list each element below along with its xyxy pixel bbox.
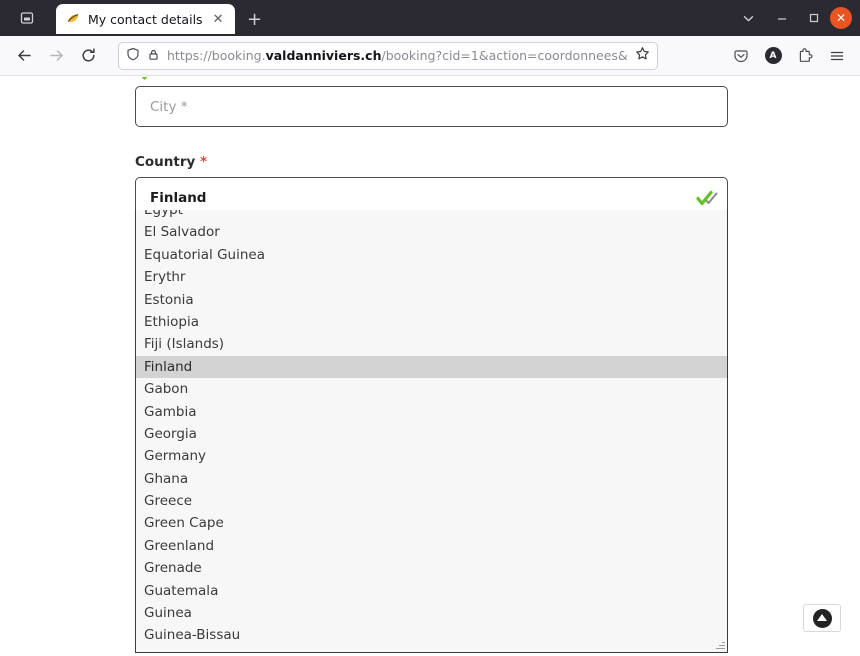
page-viewport: * City * Country * Finland	[0, 77, 860, 656]
reload-button[interactable]	[72, 41, 104, 71]
navigation-toolbar: https://booking.valdanniviers.ch/booking…	[0, 36, 860, 76]
tab-favicon-icon	[66, 12, 81, 27]
firefox-view-icon[interactable]	[12, 3, 42, 33]
dropdown-option[interactable]: Guinea	[136, 602, 727, 624]
dropdown-option[interactable]: Egypt	[136, 210, 727, 221]
window-controls: ✕	[730, 0, 860, 36]
dropdown-option[interactable]: Gambia	[136, 401, 727, 423]
dropdown-option[interactable]: Green Cape	[136, 512, 727, 534]
dropdown-option[interactable]: Germany	[136, 445, 727, 467]
dropdown-option[interactable]: Erythr	[136, 266, 727, 288]
back-button[interactable]	[8, 41, 40, 71]
new-tab-button[interactable]: +	[241, 5, 269, 33]
url-bar[interactable]: https://booking.valdanniviers.ch/booking…	[118, 42, 658, 70]
country-dropdown-list[interactable]: EgyptEl SalvadorEquatorial GuineaErythrE…	[135, 210, 728, 653]
dropdown-resize-handle[interactable]	[714, 639, 726, 651]
shield-icon[interactable]	[126, 46, 140, 65]
dropdown-option[interactable]: Finland	[136, 356, 727, 378]
bookmark-star-icon[interactable]	[635, 46, 650, 65]
pocket-icon[interactable]	[726, 42, 756, 70]
dropdown-option[interactable]: Georgia	[136, 423, 727, 445]
dropdown-option[interactable]: Guinea-Bissau	[136, 624, 727, 646]
dropdown-option[interactable]: Equatorial Guinea	[136, 244, 727, 266]
dropdown-option[interactable]: Ethiopia	[136, 311, 727, 333]
scroll-to-top-button[interactable]	[803, 604, 841, 632]
country-select-value: Finland	[150, 190, 206, 206]
app-menu-icon[interactable]	[822, 42, 852, 70]
toolbar-right-icons: A	[726, 42, 852, 70]
dropdown-option[interactable]: El Salvador	[136, 221, 727, 243]
dropdown-option[interactable]: Gabon	[136, 378, 727, 400]
extensions-icon[interactable]	[790, 42, 820, 70]
tab-strip: My contact details ✕ + ✕	[0, 0, 860, 36]
scroll-to-top-icon	[813, 609, 832, 628]
dropdown-option[interactable]: Grenade	[136, 557, 727, 579]
green-check-icon	[696, 190, 718, 206]
country-label: Country *	[135, 154, 728, 170]
country-required-marker: *	[200, 154, 207, 170]
country-dropdown-scroll[interactable]: EgyptEl SalvadorEquatorial GuineaErythrE…	[136, 210, 727, 652]
close-window-button[interactable]: ✕	[830, 7, 852, 29]
account-icon[interactable]: A	[758, 42, 788, 70]
account-avatar: A	[765, 47, 782, 64]
maximize-button[interactable]	[798, 3, 830, 33]
dropdown-option[interactable]: Estonia	[136, 289, 727, 311]
city-input[interactable]: City *	[135, 86, 728, 127]
contact-form: City * Country * Finland	[135, 77, 728, 218]
dropdown-option[interactable]: Ghana	[136, 468, 727, 490]
dropdown-option[interactable]: Greenland	[136, 535, 727, 557]
dropdown-option[interactable]: Fiji (Islands)	[136, 333, 727, 355]
list-all-tabs-icon[interactable]	[730, 3, 766, 33]
browser-window: My contact details ✕ + ✕	[0, 0, 860, 656]
url-text[interactable]: https://booking.valdanniviers.ch/booking…	[167, 43, 628, 69]
country-label-text: Country	[135, 154, 195, 170]
minimize-button[interactable]	[766, 3, 798, 33]
dropdown-option[interactable]: Greece	[136, 490, 727, 512]
padlock-icon[interactable]	[147, 46, 160, 65]
forward-button[interactable]	[40, 41, 72, 71]
city-input-placeholder: City *	[150, 99, 188, 115]
tab-title: My contact details	[88, 12, 203, 27]
browser-tab-active[interactable]: My contact details ✕	[56, 4, 235, 34]
dropdown-option[interactable]: Guatemala	[136, 580, 727, 602]
tab-close-icon[interactable]: ✕	[210, 11, 227, 28]
